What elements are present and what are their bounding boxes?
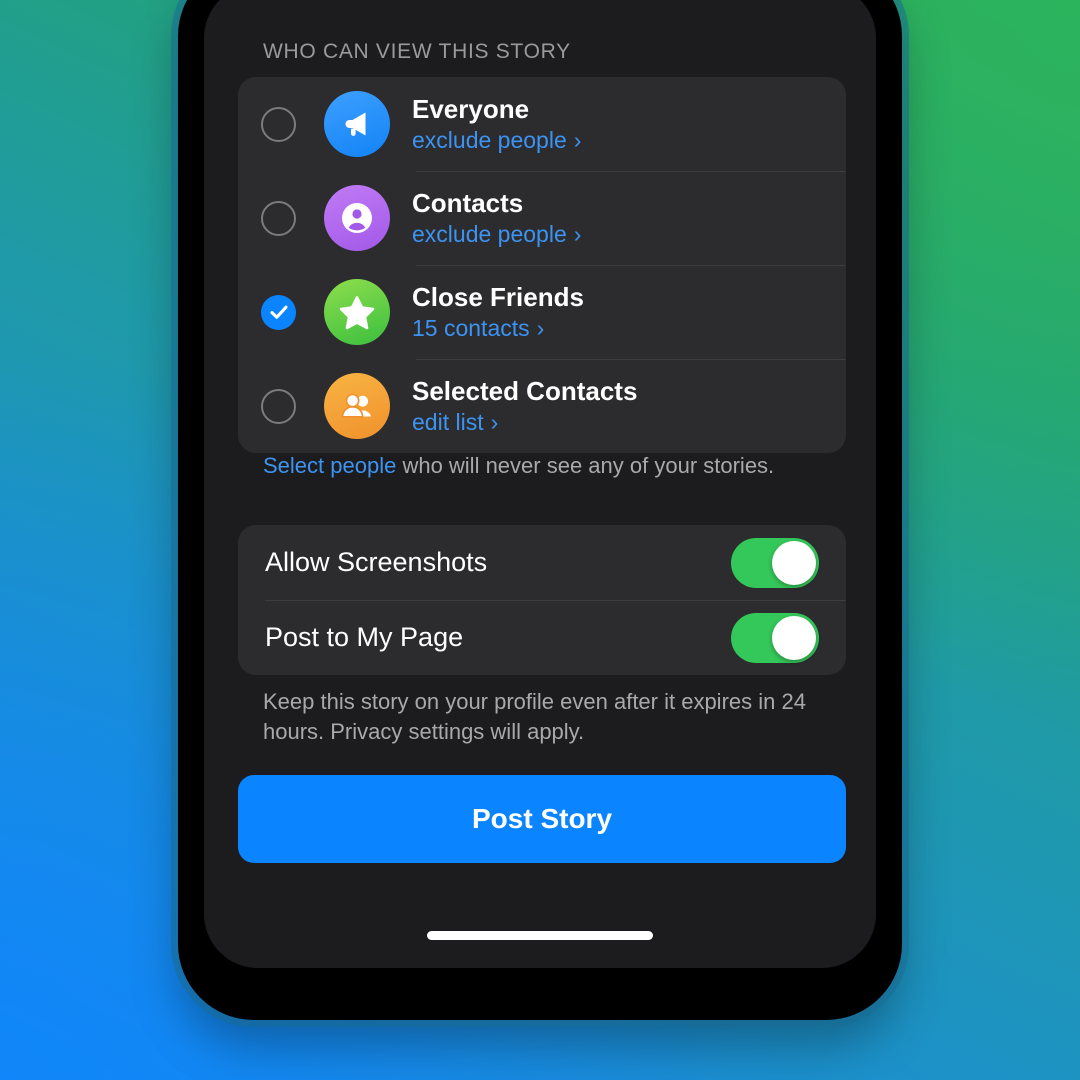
phone-device-frame: WHO CAN VIEW THIS STORY Everyone exclude… [178,0,902,1020]
option-action-link[interactable]: 15 contacts › [412,314,584,342]
option-action-link[interactable]: edit list › [412,408,637,436]
radio-selected-contacts[interactable] [261,388,296,424]
audience-section-header: WHO CAN VIEW THIS STORY [263,40,571,63]
option-title: Selected Contacts [412,375,638,406]
story-settings-card: Allow Screenshots Post to My Page [238,525,846,675]
audience-option-everyone[interactable]: Everyone exclude people › [238,77,846,171]
row-divider [265,600,846,601]
chevron-right-icon: › [536,314,545,341]
option-action-label: exclude people [412,126,567,153]
group-people-icon [324,373,390,439]
chevron-right-icon: › [573,220,582,247]
toggle-allow-screenshots[interactable] [731,537,819,588]
audience-option-text: Contacts exclude people › [412,187,582,248]
wallpaper-background: WHO CAN VIEW THIS STORY Everyone exclude… [0,0,1080,1080]
setting-row-post-to-my-page[interactable]: Post to My Page [238,600,846,675]
toggle-knob [772,615,816,660]
audience-option-text: Selected Contacts edit list › [412,375,638,436]
audience-option-close-friends[interactable]: Close Friends 15 contacts › [238,265,846,359]
story-privacy-panel: WHO CAN VIEW THIS STORY Everyone exclude… [204,0,876,968]
audience-option-text: Close Friends 15 contacts › [412,281,584,342]
audience-option-contacts[interactable]: Contacts exclude people › [238,171,846,265]
option-action-link[interactable]: exclude people › [412,126,582,154]
setting-row-allow-screenshots[interactable]: Allow Screenshots [238,525,846,600]
setting-label: Post to My Page [265,622,464,652]
option-action-label: 15 contacts [412,314,530,341]
option-title: Contacts [412,187,524,218]
audience-footnote-rest: who will never see any of your stories. [396,453,775,478]
star-icon [324,279,390,345]
settings-footnote: Keep this story on your profile even aft… [263,689,806,744]
person-circle-icon [324,185,390,251]
audience-option-text: Everyone exclude people › [412,93,582,154]
home-indicator[interactable] [427,931,653,940]
option-action-link[interactable]: exclude people › [412,220,582,248]
audience-option-selected-contacts[interactable]: Selected Contacts edit list › [238,359,846,453]
row-divider [416,359,846,360]
row-divider [416,265,846,266]
setting-label: Allow Screenshots [265,547,488,577]
phone-screen: WHO CAN VIEW THIS STORY Everyone exclude… [204,0,876,968]
radio-contacts[interactable] [261,200,296,236]
megaphone-icon [324,91,390,157]
option-action-label: edit list [412,408,484,435]
select-people-link[interactable]: Select people [263,453,396,478]
audience-footnote: Select people who will never see any of … [263,451,823,481]
option-title: Close Friends [412,281,584,312]
radio-everyone[interactable] [261,106,296,142]
row-divider [416,171,846,172]
chevron-right-icon: › [573,126,582,153]
radio-close-friends[interactable] [261,294,296,330]
post-story-button[interactable]: Post Story [238,775,846,863]
audience-options-card: Everyone exclude people › Contacts exclu… [238,77,846,453]
toggle-knob [772,540,816,585]
chevron-right-icon: › [490,408,499,435]
toggle-post-to-my-page[interactable] [731,612,819,663]
option-action-label: exclude people [412,220,567,247]
option-title: Everyone [412,93,530,124]
